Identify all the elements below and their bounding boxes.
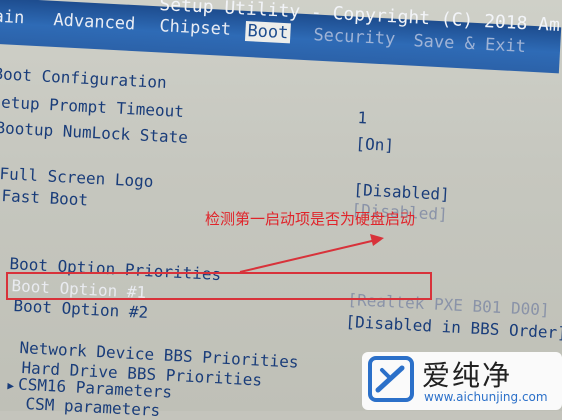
brand-url: www.aichunjing.com xyxy=(424,390,548,404)
annotation-arrow-icon xyxy=(239,234,384,273)
watermark-logo: 爱纯净 www.aichunjing.com xyxy=(362,352,562,410)
brand-mark-icon xyxy=(368,356,414,402)
annotation-text: 检测第一启动项是否为硬盘启动 xyxy=(205,210,416,228)
brand-name: 爱纯净 xyxy=(422,359,513,392)
bios-screen: Setup Utility - Copyright (C) 2018 Am Ma… xyxy=(0,0,562,420)
